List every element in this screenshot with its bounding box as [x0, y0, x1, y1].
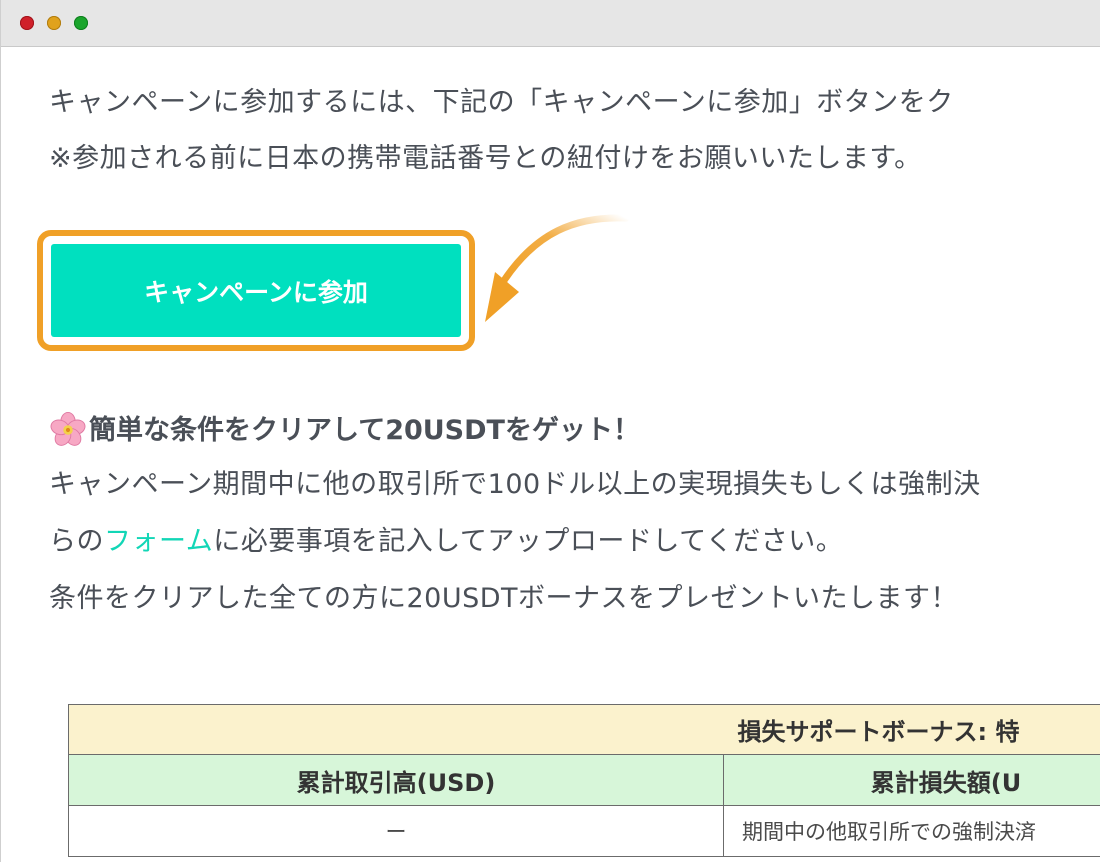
cta-highlight-frame: キャンペーンに参加: [37, 230, 475, 351]
conditions-heading-text: 簡単な条件をクリアして20USDTをゲット！: [89, 414, 640, 446]
join-campaign-button[interactable]: キャンペーンに参加: [51, 244, 461, 337]
table-header-row: 累計取引高(USD) 累計損失額(U: [68, 754, 1100, 806]
intro-text-line-1: キャンペーンに参加するには、下記の「キャンペーンに参加」ボタンをク: [49, 87, 954, 118]
cherry-blossom-icon: [50, 411, 86, 446]
page-content: キャンペーンに参加するには、下記の「キャンペーンに参加」ボタンをク ※参加される…: [1, 47, 1100, 862]
bonus-table: 損失サポートボーナス: 特 累計取引高(USD) 累計損失額(U ー 期間中の他…: [67, 704, 1100, 857]
conditions-text-prefix: らの: [49, 526, 104, 557]
table-banner-row: 損失サポートボーナス: 特: [67, 704, 1100, 755]
conditions-heading: 簡単な条件をクリアして20USDTをゲット！: [49, 411, 640, 449]
zoom-window-button[interactable]: [74, 16, 88, 30]
window-titlebar: [1, 0, 1100, 47]
form-link[interactable]: フォーム: [104, 526, 213, 557]
intro-text-line-2: ※参加される前に日本の携帯電話番号との紐付けをお願いいたします。: [49, 143, 922, 174]
minimize-window-button[interactable]: [47, 16, 61, 30]
pointer-arrow-icon: [485, 214, 630, 322]
table-banner: 損失サポートボーナス: 特: [67, 704, 1100, 755]
conditions-text-line-2: らのフォームに必要事項を記入してアップロードしてください。: [49, 524, 843, 559]
column-header-volume: 累計取引高(USD): [68, 754, 724, 806]
browser-window: キャンペーンに参加するには、下記の「キャンペーンに参加」ボタンをク ※参加される…: [0, 0, 1100, 862]
column-header-loss: 累計損失額(U: [722, 754, 1100, 806]
conditions-text-line-3: 条件をクリアした全ての方に20USDTボーナスをプレゼントいたします！: [49, 583, 959, 614]
conditions-text-line-1: キャンペーン期間中に他の取引所で100ドル以上の実現損失もしくは強制決: [49, 469, 981, 500]
conditions-text-suffix: に必要事項を記入してアップロードしてください。: [213, 526, 844, 557]
table-cell: 期間中の他取引所での強制決済: [722, 805, 1100, 857]
close-window-button[interactable]: [20, 16, 34, 30]
table-row: ー 期間中の他取引所での強制決済: [68, 805, 1100, 857]
table-cell: ー: [68, 805, 724, 857]
